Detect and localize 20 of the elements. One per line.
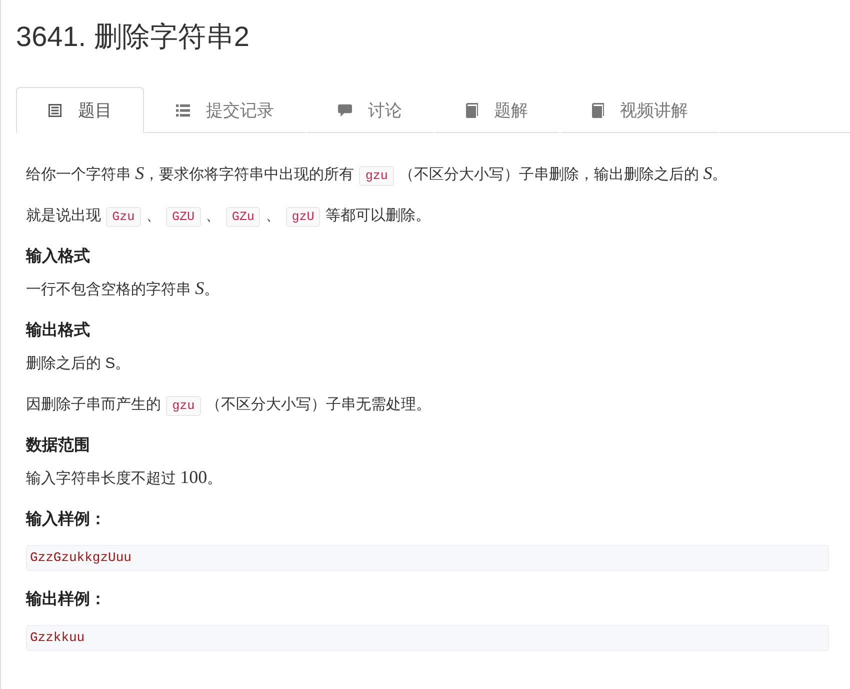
paragraph: 删除之后的 S。 (26, 354, 132, 374)
paragraph: 给你一个字符串 S，要求你将字符串中出现的所有 gzu （不区分大小写）子串删除，输出删除之后的 S。 (26, 164, 829, 185)
list-icon (176, 104, 190, 116)
sample-code-block: Gzzkkuu (26, 625, 829, 651)
problem-title: 3641. 删除字符串2 (16, 20, 250, 54)
paragraph: 一行不包含空格的字符串 S。 (26, 279, 220, 300)
section-heading: 输出样例： (26, 590, 107, 610)
tab[interactable]: 题目 (16, 87, 144, 133)
sample-code-block: GzzGzukkgzUuu (26, 545, 829, 571)
section-heading: 输出格式 (26, 320, 91, 341)
book-icon (466, 102, 478, 118)
book-icon (592, 102, 604, 118)
paragraph: 输入字符串长度不超过 100。 (26, 468, 224, 489)
section-heading: 输入格式 (26, 246, 91, 267)
document-icon (48, 104, 62, 116)
paragraph: 就是说出现 Gzu 、 GZU 、 GZu 、 gzU 等都可以删除。 (26, 205, 829, 226)
section-heading: 输入样例： (26, 509, 107, 530)
paragraph: 因删除子串而产生的 gzu （不区分大小写）子串无需处理。 (26, 394, 829, 415)
section-heading: 数据范围 (26, 436, 91, 456)
speech-bubble-icon (338, 104, 352, 116)
